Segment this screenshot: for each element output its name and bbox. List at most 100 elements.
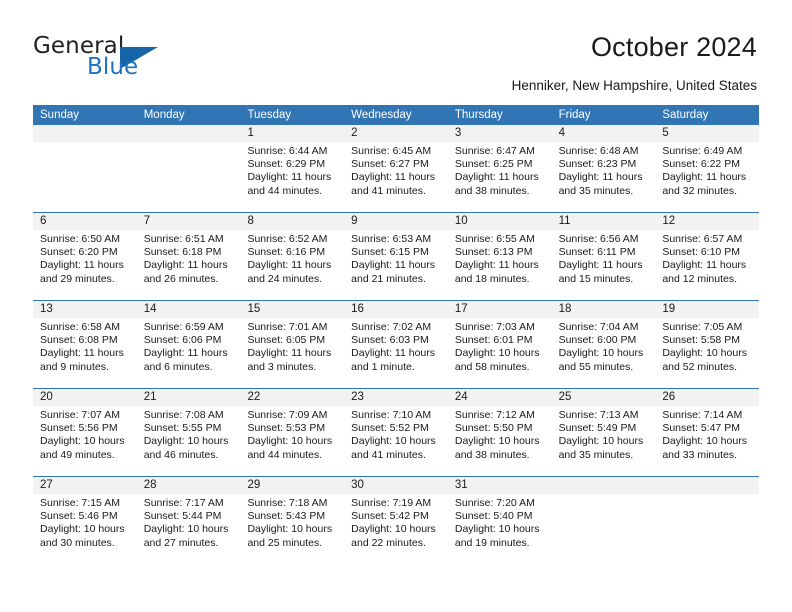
day-sun-info: Sunrise: 7:03 AM Sunset: 6:01 PM Daylight:…: [448, 318, 552, 374]
daylight-text: Daylight: 10 hours and 46 minutes.: [143, 435, 229, 461]
sunset-text: Sunset: 5:47 PM: [662, 422, 740, 435]
sunrise-text: Sunrise: 6:59 AM: [143, 321, 224, 333]
calendar-day-cell[interactable]: 11 Sunrise: 6:56 AM Sunset: 6:11 PM Dayligh…: [551, 213, 656, 300]
sunset-text: Sunset: 6:22 PM: [662, 158, 740, 171]
calendar-day-cell[interactable]: 9 Sunrise: 6:53 AM Sunset: 6:15 PM Daylight…: [344, 213, 448, 300]
calendar-day-cell[interactable]: 29 Sunrise: 7:18 AM Sunset: 5:43 PM Dayligh…: [240, 477, 345, 564]
daylight-text: Daylight: 11 hours and 38 minutes.: [454, 171, 539, 197]
calendar-day-cell[interactable]: 28 Sunrise: 7:17 AM Sunset: 5:44 PM Dayligh…: [136, 477, 241, 564]
calendar-day-cell[interactable]: 2 Sunrise: 6:45 AM Sunset: 6:27 PM Daylight…: [344, 125, 448, 212]
day-number: 30: [344, 477, 448, 494]
daylight-text: Daylight: 11 hours and 24 minutes.: [247, 259, 332, 285]
daylight-text: Daylight: 11 hours and 6 minutes.: [143, 347, 228, 373]
daylight-text: Daylight: 10 hours and 30 minutes.: [40, 523, 125, 549]
daylight-text: Daylight: 11 hours and 3 minutes.: [247, 347, 332, 373]
daylight-text: Daylight: 11 hours and 29 minutes.: [40, 259, 124, 285]
calendar-day-cell[interactable]: 24 Sunrise: 7:12 AM Sunset: 5:50 PM Dayligh…: [447, 389, 552, 476]
day-sun-info: Sunrise: 6:47 AM Sunset: 6:25 PM Daylight:…: [448, 142, 552, 198]
calendar-day-cell[interactable]: 14 Sunrise: 6:59 AM Sunset: 6:06 PM Dayligh…: [136, 301, 241, 388]
sunset-text: Sunset: 6:29 PM: [247, 158, 326, 171]
sunset-text: Sunset: 6:23 PM: [558, 158, 637, 171]
day-number: 11: [551, 213, 656, 230]
day-sun-info: Sunrise: 7:04 AM Sunset: 6:00 PM Daylight:…: [552, 318, 656, 374]
daylight-text: Daylight: 10 hours and 55 minutes.: [558, 347, 644, 373]
calendar-day-cell[interactable]: 15 Sunrise: 7:01 AM Sunset: 6:05 PM Dayligh…: [240, 301, 345, 388]
calendar-day-cell[interactable]: 30 Sunrise: 7:19 AM Sunset: 5:42 PM Dayligh…: [344, 477, 448, 564]
day-number: 2: [344, 125, 448, 142]
sunset-text: Sunset: 6:10 PM: [662, 246, 740, 259]
calendar-day-cell[interactable]: 27 Sunrise: 7:15 AM Sunset: 5:46 PM Dayligh…: [33, 477, 137, 564]
calendar-day-cell[interactable]: 26 Sunrise: 7:14 AM Sunset: 5:47 PM Dayligh…: [655, 389, 760, 476]
calendar-day-cell-empty: [655, 477, 760, 564]
sunrise-text: Sunrise: 7:01 AM: [247, 321, 328, 333]
daylight-text: Daylight: 10 hours and 52 minutes.: [662, 347, 747, 373]
sunrise-text: Sunrise: 7:04 AM: [558, 321, 639, 333]
calendar-day-cell[interactable]: 4 Sunrise: 6:48 AM Sunset: 6:23 PM Daylight…: [551, 125, 656, 212]
sunset-text: Sunset: 6:08 PM: [40, 334, 118, 347]
day-sun-info: Sunrise: 7:19 AM Sunset: 5:42 PM Daylight:…: [344, 494, 448, 550]
calendar-week-row: 6 Sunrise: 6:50 AM Sunset: 6:20 PM Daylight…: [33, 212, 760, 300]
calendar-day-cell[interactable]: 19 Sunrise: 7:05 AM Sunset: 5:58 PM Dayligh…: [655, 301, 760, 388]
sunset-text: Sunset: 5:53 PM: [247, 422, 326, 435]
calendar-day-cell[interactable]: 23 Sunrise: 7:10 AM Sunset: 5:52 PM Dayligh…: [344, 389, 448, 476]
sunset-text: Sunset: 5:52 PM: [351, 422, 429, 435]
day-number: 9: [344, 213, 448, 230]
sunset-text: Sunset: 5:43 PM: [247, 510, 326, 523]
day-sun-info: Sunrise: 7:20 AM Sunset: 5:40 PM Daylight:…: [448, 494, 552, 550]
daylight-text: Daylight: 10 hours and 19 minutes.: [454, 523, 540, 549]
day-number: [136, 125, 241, 142]
day-number: 24: [447, 389, 552, 406]
sunset-text: Sunset: 6:20 PM: [40, 246, 118, 259]
calendar-day-cell[interactable]: 10 Sunrise: 6:55 AM Sunset: 6:13 PM Dayligh…: [447, 213, 552, 300]
sunrise-text: Sunrise: 6:53 AM: [351, 233, 432, 245]
sunset-text: Sunset: 6:27 PM: [351, 158, 429, 171]
sunset-text: Sunset: 5:42 PM: [351, 510, 429, 523]
calendar-week-row: 1 Sunrise: 6:44 AM Sunset: 6:29 PM Daylight…: [33, 125, 760, 212]
calendar-day-cell[interactable]: 13 Sunrise: 6:58 AM Sunset: 6:08 PM Dayligh…: [33, 301, 137, 388]
day-sun-info: Sunrise: 6:49 AM Sunset: 6:22 PM Daylight:…: [655, 142, 759, 198]
calendar-day-cell[interactable]: 25 Sunrise: 7:13 AM Sunset: 5:49 PM Dayligh…: [551, 389, 656, 476]
calendar-day-cell[interactable]: 3 Sunrise: 6:47 AM Sunset: 6:25 PM Daylight…: [447, 125, 552, 212]
calendar-day-cell[interactable]: 7 Sunrise: 6:51 AM Sunset: 6:18 PM Daylight…: [136, 213, 241, 300]
sunset-text: Sunset: 5:49 PM: [558, 422, 637, 435]
daylight-text: Daylight: 11 hours and 41 minutes.: [351, 171, 436, 197]
daylight-text: Daylight: 10 hours and 27 minutes.: [143, 523, 229, 549]
brand-logo: General Blue: [33, 33, 253, 81]
calendar-day-cell[interactable]: 12 Sunrise: 6:57 AM Sunset: 6:10 PM Dayligh…: [655, 213, 760, 300]
sunset-text: Sunset: 6:25 PM: [454, 158, 533, 171]
sunset-text: Sunset: 6:05 PM: [247, 334, 326, 347]
sunset-text: Sunset: 6:13 PM: [454, 246, 533, 259]
daylight-text: Daylight: 11 hours and 18 minutes.: [454, 259, 539, 285]
calendar-day-cell[interactable]: 17 Sunrise: 7:03 AM Sunset: 6:01 PM Dayligh…: [447, 301, 552, 388]
calendar-day-cell[interactable]: 31 Sunrise: 7:20 AM Sunset: 5:40 PM Dayligh…: [447, 477, 552, 564]
calendar-day-cell[interactable]: 22 Sunrise: 7:09 AM Sunset: 5:53 PM Dayligh…: [240, 389, 345, 476]
sunrise-text: Sunrise: 6:50 AM: [40, 233, 120, 245]
daylight-text: Daylight: 10 hours and 35 minutes.: [558, 435, 644, 461]
calendar-day-cell[interactable]: 5 Sunrise: 6:49 AM Sunset: 6:22 PM Daylight…: [655, 125, 760, 212]
sunrise-text: Sunrise: 7:08 AM: [143, 409, 224, 421]
calendar-day-cell[interactable]: 1 Sunrise: 6:44 AM Sunset: 6:29 PM Daylight…: [240, 125, 345, 212]
day-number: 13: [33, 301, 137, 318]
calendar-day-cell[interactable]: 8 Sunrise: 6:52 AM Sunset: 6:16 PM Daylight…: [240, 213, 345, 300]
calendar-day-cell-empty: [136, 125, 241, 212]
sunset-text: Sunset: 5:44 PM: [143, 510, 222, 523]
calendar-day-cell-empty: [551, 477, 656, 564]
calendar-day-cell[interactable]: 21 Sunrise: 7:08 AM Sunset: 5:55 PM Dayligh…: [136, 389, 241, 476]
weekday-header-tuesday: Tuesday: [247, 109, 292, 121]
day-number: 10: [447, 213, 552, 230]
sunrise-text: Sunrise: 6:57 AM: [662, 233, 743, 245]
calendar-day-cell[interactable]: 6 Sunrise: 6:50 AM Sunset: 6:20 PM Daylight…: [33, 213, 137, 300]
calendar-day-cell[interactable]: 18 Sunrise: 7:04 AM Sunset: 6:00 PM Dayligh…: [551, 301, 656, 388]
day-number: 26: [655, 389, 760, 406]
weekday-header-wednesday: Wednesday: [351, 109, 412, 121]
calendar-day-cell[interactable]: 16 Sunrise: 7:02 AM Sunset: 6:03 PM Dayligh…: [344, 301, 448, 388]
calendar-grid: Sunday Monday Tuesday Wednesday Thursday…: [33, 105, 760, 564]
day-number: 17: [447, 301, 552, 318]
sunset-text: Sunset: 6:06 PM: [143, 334, 222, 347]
day-number: 19: [655, 301, 760, 318]
day-sun-info: Sunrise: 6:45 AM Sunset: 6:27 PM Daylight:…: [344, 142, 448, 198]
day-number: 5: [655, 125, 760, 142]
sunset-text: Sunset: 6:18 PM: [143, 246, 222, 259]
calendar-page: General Blue October 2024 Henniker, New …: [0, 0, 792, 612]
calendar-day-cell[interactable]: 20 Sunrise: 7:07 AM Sunset: 5:56 PM Dayligh…: [33, 389, 137, 476]
